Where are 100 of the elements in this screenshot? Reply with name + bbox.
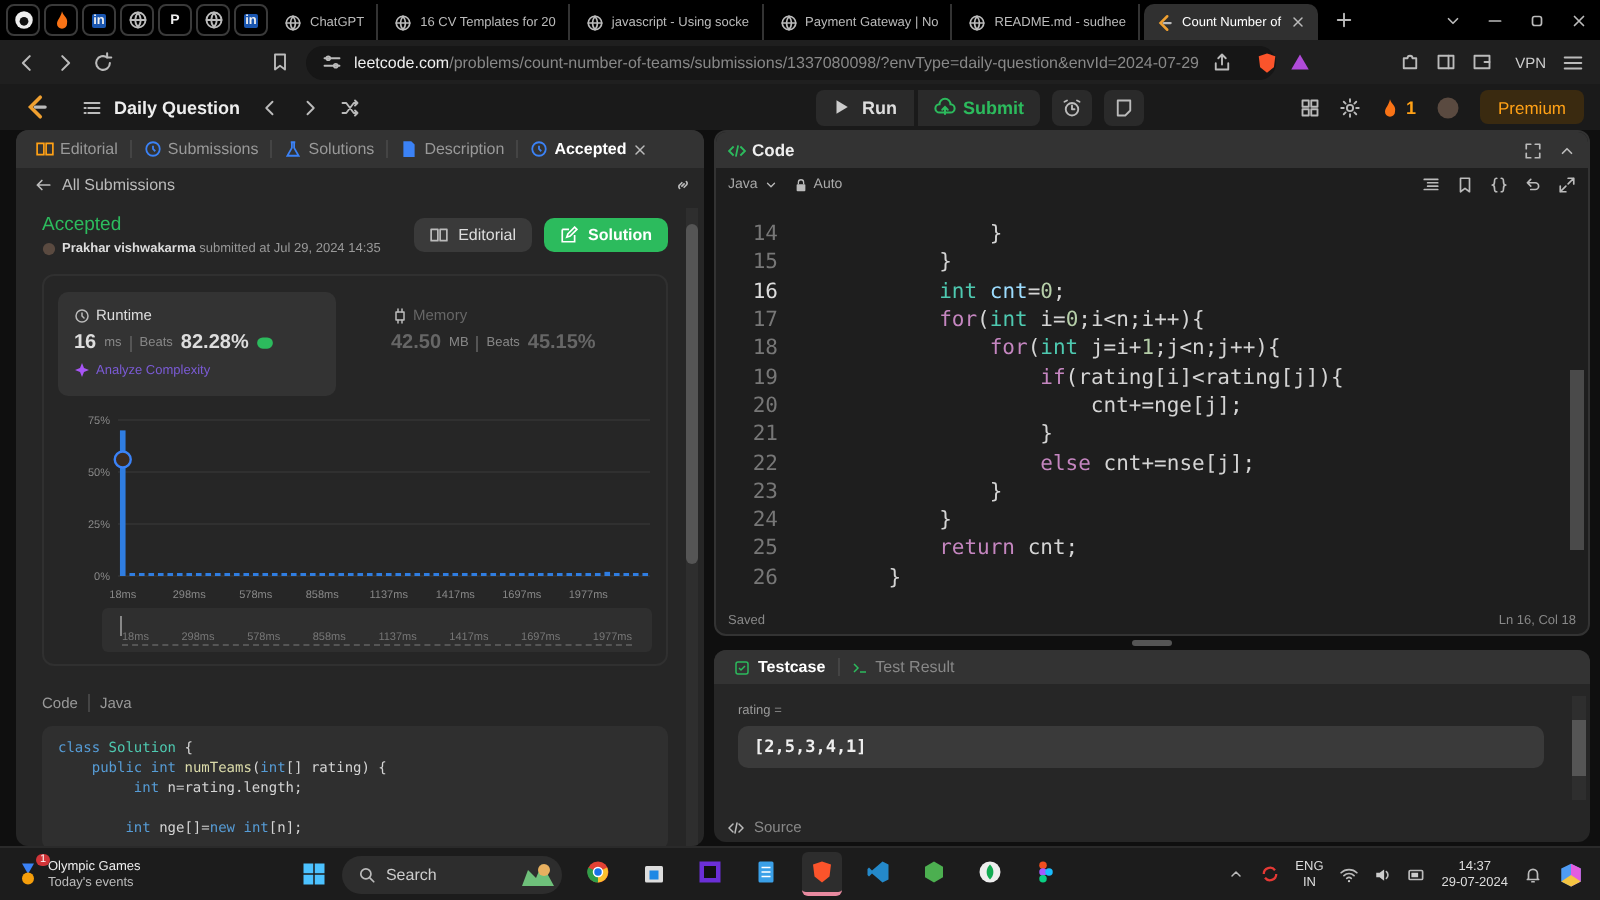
sync-icon[interactable] [1259,864,1280,884]
bag-icon [641,860,666,884]
restore-icon[interactable] [1528,11,1546,29]
triangle-icon[interactable] [1289,52,1309,72]
close-icon[interactable] [632,141,649,157]
bookmark-icon[interactable] [1456,175,1474,193]
shapes-icon [1033,860,1058,884]
shield-icon [809,860,834,884]
puzzle-icon[interactable] [1399,52,1420,72]
line-number: 20 [750,393,780,418]
document-icon [400,140,419,158]
chart-bar[interactable] [119,430,126,576]
grid-icon[interactable] [1299,97,1320,117]
colorful-logo-icon[interactable] [1558,861,1585,887]
square-logo-icon [697,860,722,884]
problem-list-button[interactable]: Daily Question [82,97,241,117]
menu-icon[interactable] [1562,51,1584,73]
chevron-down-icon [763,177,778,191]
leaf-icon [977,860,1002,884]
shuffle-icon[interactable] [340,97,361,117]
line-number: 22 [750,451,780,476]
speaker-icon[interactable] [1373,865,1392,883]
settings-icon[interactable] [1339,97,1360,117]
globe-icon [968,13,987,31]
code-line: } [987,479,1003,504]
share-icon[interactable] [1211,52,1231,72]
shield-icon[interactable] [1255,51,1277,73]
run-button[interactable]: Run [816,89,913,125]
clock-icon [143,140,162,158]
badge-icon [256,334,275,352]
panel-tab[interactable]: Editorial [24,140,130,158]
code-icon [728,141,746,159]
logo-icon[interactable] [24,94,50,120]
beats-percent: 45.15% [527,332,596,354]
search-field[interactable]: Search [341,855,562,893]
circle-logo-icon [585,860,610,884]
sidebar-icon[interactable] [1435,52,1456,72]
terminal-icon [851,659,868,675]
pinned-tab[interactable] [44,4,78,36]
submit-button[interactable]: Submit [917,89,1040,125]
note-button[interactable] [1104,89,1144,125]
bookmark-icon[interactable] [270,52,290,72]
clock-icon [530,140,549,158]
braces-icon[interactable] [1490,175,1508,193]
logo-icon [1156,13,1175,31]
sliders-icon[interactable] [322,52,342,72]
pinned-tab[interactable] [120,4,154,36]
windows-icon[interactable] [301,862,326,886]
panel-tab[interactable]: Accepted [516,140,661,158]
globe-icon [127,10,147,30]
submission-marker-icon[interactable] [113,450,132,469]
panel-tab[interactable]: Test Result [837,658,967,676]
input-field[interactable]: [2,5,3,4,1] [738,726,1544,768]
close-icon[interactable] [1289,14,1306,30]
code-line: int cnt=0; [937,279,1066,304]
chevron-up-icon[interactable] [1227,866,1244,882]
wallet-icon[interactable] [1471,52,1492,72]
line-number: 19 [750,365,780,390]
undo-icon[interactable] [1524,175,1542,193]
pinned-tab[interactable] [6,4,40,36]
scrollbar[interactable] [686,208,698,846]
pinned-tab[interactable] [196,4,230,36]
list-icon [82,97,102,117]
premium-button[interactable]: Premium [1480,90,1585,124]
panel-tab[interactable]: Submissions [129,140,271,158]
reload-icon[interactable] [92,51,114,73]
flame-icon [51,10,71,30]
scrollbar[interactable] [1572,696,1586,800]
stat-value: 42.50 [391,332,442,354]
taskbar-app[interactable] [801,852,842,896]
fullscreen-icon[interactable] [1524,141,1542,159]
avatar-icon [42,241,56,255]
link-icon[interactable] [674,175,692,193]
plus-icon[interactable] [1333,10,1354,30]
chart-bar[interactable] [604,571,611,576]
panel-tab[interactable]: Solutions [270,140,387,158]
expand-icon[interactable] [1558,175,1576,193]
code-line: } [987,222,1003,247]
panel-tab[interactable]: Testcase [722,658,838,676]
editorial-button[interactable]: Editorial [414,217,532,251]
streak-counter[interactable]: 1 [1379,97,1416,117]
avatar-icon[interactable] [1436,95,1460,119]
note-icon [1114,97,1134,117]
globe-icon [585,13,604,31]
book-icon [430,225,449,243]
format-icon[interactable] [1422,175,1440,193]
alarm-button[interactable] [1052,89,1092,125]
code-line: } [886,565,902,590]
close-icon[interactable] [1570,11,1588,29]
line-number: 15 [750,250,780,275]
panel-tab[interactable]: Description [386,140,517,158]
arrow-left-icon [34,175,52,193]
resize-handle[interactable] [1132,640,1172,646]
battery-icon[interactable] [1407,865,1426,883]
wifi-icon[interactable] [1339,865,1358,883]
notepad-icon [753,860,778,884]
bell-icon[interactable] [1524,865,1543,883]
book-icon [36,140,54,158]
back-link[interactable]: All Submissions [34,175,175,193]
clock-icon [74,307,90,323]
